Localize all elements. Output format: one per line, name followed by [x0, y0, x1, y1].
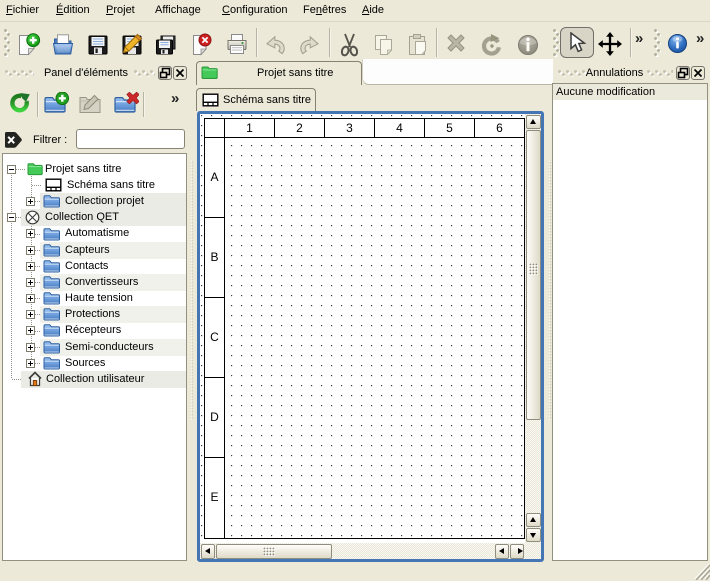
svg-text:5: 5	[446, 121, 453, 135]
svg-text:1: 1	[246, 121, 253, 135]
svg-text:4: 4	[396, 121, 403, 135]
svg-text:C: C	[210, 330, 219, 344]
svg-text:D: D	[210, 410, 219, 424]
svg-text:6: 6	[496, 121, 503, 135]
svg-text:E: E	[210, 490, 218, 504]
svg-text:B: B	[210, 250, 218, 264]
svg-text:2: 2	[296, 121, 303, 135]
svg-text:A: A	[210, 170, 218, 184]
svg-text:3: 3	[346, 121, 353, 135]
